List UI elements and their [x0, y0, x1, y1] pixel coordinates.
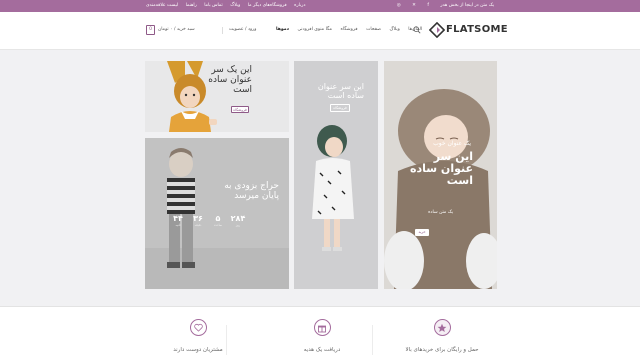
- baby-buy-button[interactable]: خرید: [415, 229, 429, 236]
- countdown-days-value: ۲۸۴: [230, 214, 246, 223]
- countdown-days-label: روز: [235, 223, 241, 227]
- countdown-seconds-label: ثانیه: [175, 223, 181, 227]
- sale-title: حراج بزودی به پایان میرسد: [224, 181, 279, 201]
- top-link-contact[interactable]: تماس باما: [204, 3, 223, 8]
- baby-title: این سر عنوان ساده است: [410, 150, 473, 188]
- promo-text: یک متن در اینجا از بخش هدر: [440, 3, 494, 8]
- feature-customers-label: مشتریان دوست دارند: [173, 347, 223, 353]
- main-header: 0 سبد خرید / ۰ تومان ورود / عضویت المان‌…: [0, 12, 640, 50]
- cart-button[interactable]: 0: [146, 25, 155, 35]
- banner-toy[interactable]: این یک سر عنوان ساده است فروشگاه: [145, 61, 289, 132]
- baby-eyebrow: یک عنوان خوب: [433, 140, 471, 147]
- star-icon: [433, 319, 451, 336]
- top-link-help[interactable]: راهنما: [186, 3, 197, 8]
- top-link-about[interactable]: درباره: [294, 3, 305, 8]
- top-link-blog[interactable]: وبلاگ: [230, 3, 240, 8]
- nav-item-blog[interactable]: وبلاگ: [389, 27, 399, 32]
- baby-subtitle: یک متن ساده: [428, 210, 453, 215]
- countdown-days: ۲۸۴ روز: [230, 214, 246, 227]
- top-link-wishlist[interactable]: لیست علاقه‌مندی: [146, 3, 178, 8]
- twitter-icon[interactable]: ✕: [412, 3, 416, 8]
- login-link[interactable]: ورود / عضویت: [229, 27, 256, 32]
- feature-divider: [226, 325, 227, 355]
- countdown: ۴۴ ثانیه ۳۶ دقیقه ۵ ساعت ۲۸۴ روز: [170, 214, 246, 227]
- feature-shipping-label: حمل و رایگان برای خریدهای بالا: [405, 347, 479, 353]
- top-right: ◎ ✕ f یک متن در اینجا از بخش هدر: [387, 3, 494, 8]
- nav-item-demos[interactable]: دمو‌ها: [276, 27, 289, 32]
- feature-divider: [372, 325, 373, 355]
- feature-customers: مشتریان دوست دارند: [138, 319, 258, 353]
- feature-gift: دریافت یک هدیه: [262, 319, 382, 353]
- hood-shop-button[interactable]: فروشگاه: [330, 104, 350, 112]
- countdown-minutes-value: ۳۶: [193, 214, 203, 223]
- facebook-icon[interactable]: f: [427, 3, 429, 8]
- toy-title: این یک سر عنوان ساده است: [208, 65, 252, 95]
- hood-title: این سر عنوان ساده است: [317, 82, 364, 100]
- top-links: درباره فروشگاه‌های دیگر ما وبلاگ تماس با…: [146, 3, 312, 8]
- logo-icon[interactable]: [429, 22, 445, 38]
- nav-item-mega[interactable]: مگا منوی افزودنی: [297, 27, 332, 32]
- cart-label[interactable]: سبد خرید / ۰ تومان: [158, 27, 195, 32]
- cart-count: 0: [149, 27, 152, 32]
- countdown-hours-value: ۵: [215, 214, 221, 223]
- gift-icon: [313, 319, 331, 336]
- heart-icon: [189, 319, 207, 336]
- feature-gift-label: دریافت یک هدیه: [303, 347, 341, 353]
- nav-item-pages[interactable]: صفحات: [366, 27, 381, 32]
- logo-text[interactable]: FLATSOME: [446, 24, 508, 35]
- top-link-stores[interactable]: فروشگاه‌های دیگر ما: [248, 3, 287, 8]
- countdown-hours: ۵ ساعت: [210, 214, 226, 227]
- countdown-seconds-value: ۴۴: [173, 214, 183, 223]
- countdown-minutes: ۳۶ دقیقه: [190, 214, 206, 227]
- toy-shop-button[interactable]: فروشگاه: [231, 106, 249, 113]
- instagram-icon[interactable]: ◎: [397, 3, 401, 8]
- banner-hood[interactable]: این سر عنوان ساده است فروشگاه: [294, 61, 378, 289]
- features-strip: مشتریان دوست دارند دریافت یک هدیه حمل و …: [0, 306, 640, 357]
- main-nav: المان‌ها وبلاگ صفحات فروشگاه مگا منوی اف…: [276, 27, 429, 32]
- nav-item-shop[interactable]: فروشگاه: [340, 27, 357, 32]
- countdown-hours-label: ساعت: [213, 223, 223, 227]
- header-divider: [222, 27, 223, 34]
- countdown-minutes-label: دقیقه: [194, 223, 202, 227]
- search-icon[interactable]: [413, 26, 421, 34]
- banner-baby[interactable]: یک عنوان خوب این سر عنوان ساده است یک مت…: [384, 61, 497, 289]
- countdown-seconds: ۴۴ ثانیه: [170, 214, 186, 227]
- feature-shipping: حمل و رایگان برای خریدهای بالا: [382, 319, 502, 353]
- top-bar: درباره فروشگاه‌های دیگر ما وبلاگ تماس با…: [0, 0, 640, 12]
